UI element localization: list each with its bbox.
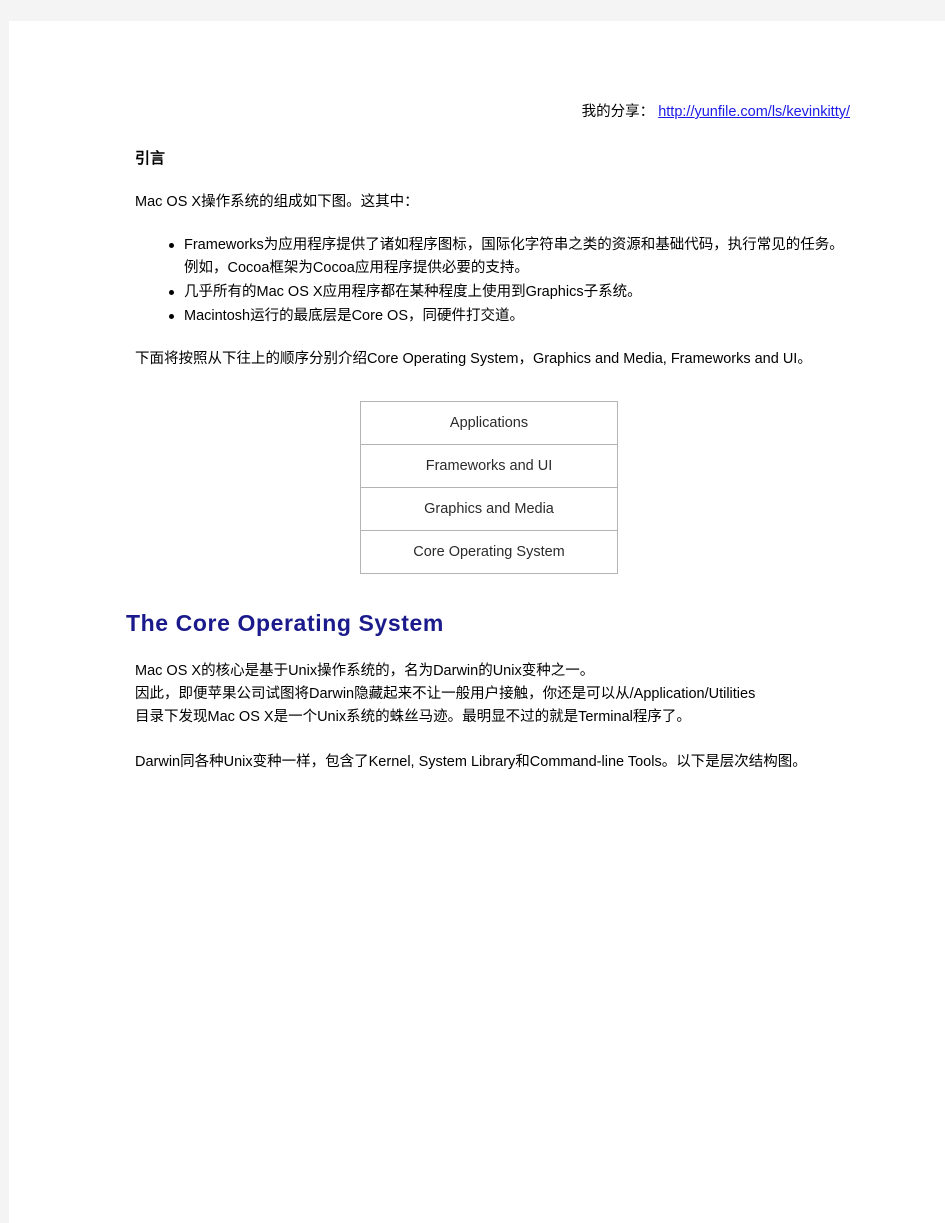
document-content: 我的分享： http://yunfile.com/ls/kevinkitty/ …: [126, 101, 852, 794]
intro-heading: 引言: [135, 150, 166, 167]
share-line: 我的分享： http://yunfile.com/ls/kevinkitty/: [126, 101, 852, 123]
core-os-paragraph-1-line-1: Mac OS X的核心是基于Unix操作系统的，名为Darwin的Unix变种之…: [135, 663, 595, 679]
core-os-heading: The Core Operating System: [126, 610, 444, 636]
share-link[interactable]: http://yunfile.com/ls/kevinkitty/: [658, 104, 850, 120]
stack-layer-applications: Applications: [361, 402, 617, 445]
list-item: Macintosh运行的最底层是Core OS，同硬件打交道。: [126, 305, 852, 328]
core-os-paragraph-1-line-2: 因此，即便苹果公司试图将Darwin隐藏起来不让一般用户接触，你还是可以从/Ap…: [135, 686, 756, 702]
stack-layer-core-operating-system: Core Operating System: [413, 544, 565, 560]
list-item: 几乎所有的Mac OS X应用程序都在某种程度上使用到Graphics子系统。: [126, 281, 852, 304]
stack-layer-frameworks-and-ui: Frameworks and UI: [361, 445, 617, 488]
core-os-paragraph-2: Darwin同各种Unix变种一样，包含了Kernel, System Libr…: [135, 754, 807, 770]
core-os-paragraph-1-line-3: 目录下发现Mac OS X是一个Unix系统的蛛丝马迹。最明显不过的就是Term…: [135, 709, 691, 725]
mac-os-x-architecture-stack: Applications Frameworks and UI Graphics …: [360, 401, 618, 574]
list-item: Frameworks为应用程序提供了诸如程序图标，国际化字符串之类的资源和基础代…: [126, 234, 852, 280]
share-label: 我的分享：: [581, 104, 655, 120]
document-page: 我的分享： http://yunfile.com/ls/kevinkitty/ …: [9, 21, 945, 1223]
intro-lead-paragraph: Mac OS X操作系统的组成如下图。这其中：: [135, 194, 419, 210]
architecture-diagram-wrap: Applications Frameworks and UI Graphics …: [126, 401, 852, 574]
intro-closing-paragraph: 下面将按照从下往上的顺序分别介绍Core Operating System，Gr…: [135, 351, 812, 367]
intro-bullet-list: Frameworks为应用程序提供了诸如程序图标，国际化字符串之类的资源和基础代…: [126, 234, 852, 328]
stack-layer-graphics-and-media: Graphics and Media: [361, 488, 617, 531]
core-os-paragraph-1: Mac OS X的核心是基于Unix操作系统的，名为Darwin的Unix变种之…: [135, 660, 852, 729]
